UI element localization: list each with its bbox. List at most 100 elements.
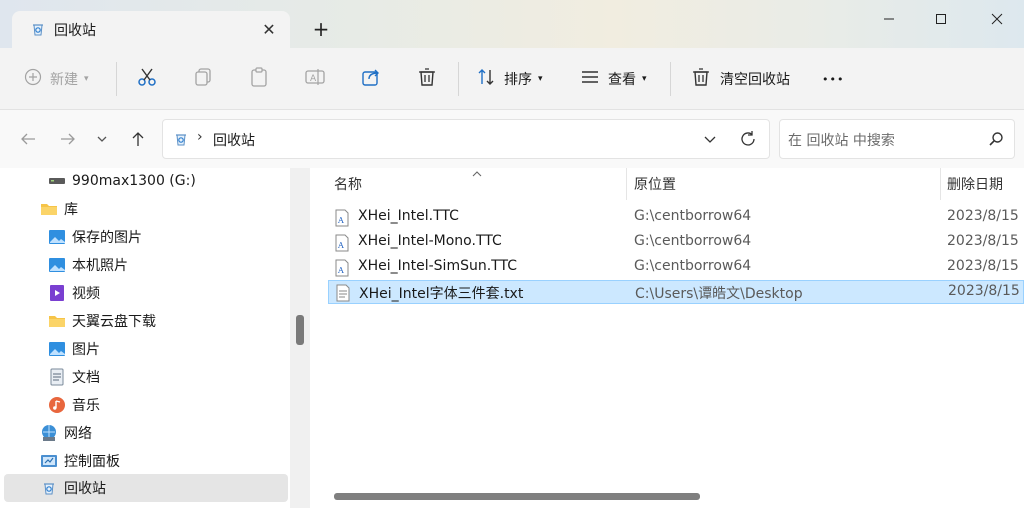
content-area: 990max1300 (G:) 库 保存的图片 本机照片 视频 天翼云盘下载 图… [0, 168, 1024, 508]
paste-button[interactable] [248, 64, 270, 94]
file-location: C:\Users\谭皓文\Desktop [635, 286, 803, 302]
sidebar-item-music[interactable]: 音乐 [48, 392, 100, 418]
sidebar-scrollbar-thumb[interactable] [296, 315, 304, 345]
address-history-chevron-icon[interactable] [703, 132, 717, 150]
search-icon[interactable] [988, 131, 1004, 151]
sidebar-item-label: 990max1300 (G:) [72, 173, 196, 189]
rename-button[interactable]: A [304, 64, 326, 94]
share-button[interactable] [360, 64, 382, 94]
sidebar-item-videos[interactable]: 视频 [48, 280, 100, 306]
network-icon [40, 424, 58, 442]
sidebar-item-recycle-bin[interactable]: 回收站 [4, 474, 288, 502]
up-button[interactable] [124, 125, 152, 153]
file-date: 2023/8/15 [947, 233, 1019, 249]
command-bar: 新建 ▾ A 排序 ▾ 查看 ▾ 清空回收站 ••• [0, 48, 1024, 110]
column-header-label: 原位置 [634, 177, 676, 193]
file-date: 2023/8/15 [947, 258, 1019, 274]
tab-recycle-bin[interactable]: 回收站 ✕ [12, 11, 290, 48]
sidebar-item-pictures[interactable]: 图片 [48, 336, 100, 362]
sidebar-item-label: 本机照片 [72, 258, 128, 274]
sidebar-item-camera-roll[interactable]: 本机照片 [48, 252, 128, 278]
sidebar-item-control-panel[interactable]: 控制面板 [40, 448, 120, 474]
share-icon [360, 66, 382, 92]
drive-icon [48, 172, 66, 190]
chevron-down-icon: ▾ [642, 74, 647, 84]
search-placeholder: 在 回收站 中搜索 [788, 133, 895, 149]
scissors-icon [136, 66, 158, 92]
more-icon: ••• [822, 72, 845, 86]
breadcrumb[interactable]: 回收站 [213, 130, 255, 150]
pictures-icon [48, 340, 66, 358]
minimize-button[interactable] [862, 0, 916, 38]
horizontal-scrollbar-thumb[interactable] [334, 493, 700, 500]
svg-text:A: A [337, 216, 344, 225]
sidebar-item-label: 图片 [72, 342, 100, 358]
column-divider[interactable] [626, 168, 627, 200]
folder-icon [40, 200, 58, 218]
sidebar-item-network[interactable]: 网络 [40, 420, 92, 446]
recycle-bin-icon [40, 479, 58, 497]
more-options-button[interactable]: ••• [822, 64, 844, 94]
view-label: 查看 [608, 72, 636, 88]
empty-recycle-bin-button[interactable]: 清空回收站 [690, 64, 790, 94]
column-divider[interactable] [940, 168, 941, 200]
refresh-icon[interactable] [739, 130, 757, 152]
column-header-date[interactable]: 删除日期 [947, 168, 1003, 200]
delete-button[interactable] [416, 64, 438, 94]
table-row-selected[interactable]: XHei_Intel字体三件套.txt C:\Users\谭皓文\Desktop… [328, 280, 1024, 304]
trash-icon [690, 66, 712, 92]
sort-button[interactable]: 排序 ▾ [476, 64, 543, 94]
breadcrumb-chevron-icon[interactable]: › [197, 129, 203, 145]
sidebar-item-saved-pictures[interactable]: 保存的图片 [48, 224, 142, 250]
sidebar-item-library[interactable]: 库 [40, 196, 78, 222]
back-button[interactable] [14, 125, 42, 153]
forward-button[interactable] [54, 125, 82, 153]
recycle-bin-icon [30, 21, 46, 37]
font-file-icon: A [334, 209, 350, 227]
toolbar-divider [458, 62, 459, 96]
sidebar-item-label: 保存的图片 [72, 230, 142, 246]
file-date: 2023/8/15 [948, 283, 1020, 299]
search-input[interactable]: 在 回收站 中搜索 [779, 119, 1015, 159]
sidebar-item-drive-g[interactable]: 990max1300 (G:) [48, 168, 196, 194]
sidebar-item-label: 网络 [64, 426, 92, 442]
column-header-label: 删除日期 [947, 177, 1003, 193]
table-row[interactable]: A XHei_Intel-SimSun.TTC G:\centborrow64 … [328, 256, 1024, 280]
font-file-icon: A [334, 259, 350, 277]
new-tab-button[interactable]: + [306, 14, 336, 44]
sidebar-item-label: 回收站 [64, 481, 106, 497]
copy-icon [192, 66, 214, 92]
file-name: XHei_Intel-Mono.TTC [358, 233, 502, 249]
chevron-down-icon: ▾ [84, 74, 89, 84]
trash-icon [416, 66, 438, 92]
video-icon [48, 284, 66, 302]
file-explorer-window: 回收站 ✕ + 新建 ▾ A 排序 ▾ 查看 ▾ 清空回收站 ••• › 回收站… [0, 0, 1024, 508]
clipboard-icon [248, 66, 270, 92]
font-file-icon: A [334, 234, 350, 252]
sidebar-item-label: 视频 [72, 286, 100, 302]
address-bar[interactable]: › 回收站 [162, 119, 770, 159]
toolbar-divider [670, 62, 671, 96]
sidebar-item-label: 文档 [72, 370, 100, 386]
svg-text:A: A [337, 266, 344, 275]
view-button[interactable]: 查看 ▾ [580, 64, 647, 94]
file-name: XHei_Intel字体三件套.txt [359, 286, 524, 302]
table-row[interactable]: A XHei_Intel-Mono.TTC G:\centborrow64 20… [328, 231, 1024, 255]
sidebar-item-cloud-downloads[interactable]: 天翼云盘下载 [48, 308, 156, 334]
copy-button[interactable] [192, 64, 214, 94]
column-header-name[interactable]: 名称 [334, 168, 362, 200]
close-tab-icon[interactable]: ✕ [256, 16, 282, 42]
file-name: XHei_Intel-SimSun.TTC [358, 258, 517, 274]
close-window-button[interactable] [970, 0, 1024, 38]
table-row[interactable]: A XHei_Intel.TTC G:\centborrow64 2023/8/… [328, 206, 1024, 230]
new-button[interactable]: 新建 ▾ [24, 64, 89, 94]
file-location: G:\centborrow64 [634, 258, 752, 274]
maximize-button[interactable] [914, 0, 968, 38]
cut-button[interactable] [136, 64, 158, 94]
recent-locations-button[interactable] [88, 125, 116, 153]
sidebar-item-documents[interactable]: 文档 [48, 364, 100, 390]
column-header-location[interactable]: 原位置 [634, 168, 676, 200]
rename-icon: A [304, 66, 326, 92]
music-icon [48, 396, 66, 414]
pictures-icon [48, 256, 66, 274]
